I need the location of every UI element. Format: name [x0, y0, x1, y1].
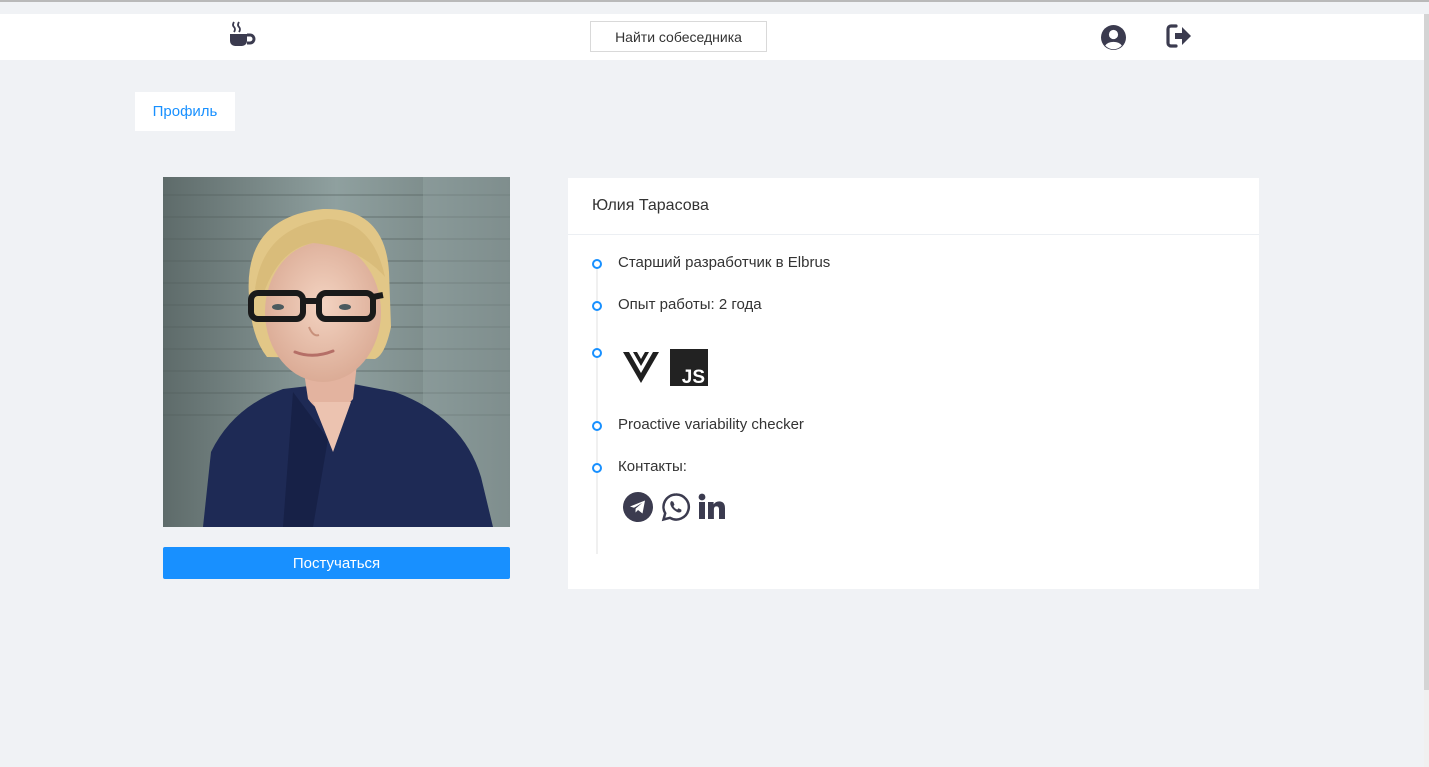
- sign-out-icon[interactable]: [1166, 24, 1193, 48]
- profile-card: Юлия Тарасова Старший разработчик в Elbr…: [568, 178, 1259, 589]
- profile-position: Старший разработчик в Elbrus: [618, 254, 831, 271]
- vue-icon: [622, 349, 660, 386]
- javascript-icon: JS: [670, 349, 708, 388]
- timeline-dot: [592, 463, 602, 473]
- knock-button[interactable]: Постучаться: [163, 547, 510, 579]
- svg-text:JS: JS: [682, 367, 705, 386]
- timeline-dot: [592, 259, 602, 269]
- top-navbar: Найти собеседника: [0, 14, 1424, 60]
- timeline-dot: [592, 348, 602, 358]
- whatsapp-icon[interactable]: [661, 492, 691, 522]
- linkedin-icon[interactable]: [697, 492, 727, 522]
- timeline-dot: [592, 301, 602, 311]
- profile-name: Юлия Тарасова: [568, 178, 1259, 235]
- page-scrollbar-thumb[interactable]: [1424, 14, 1429, 690]
- user-circle-icon[interactable]: [1100, 24, 1127, 51]
- find-interlocutor-button[interactable]: Найти собеседника: [590, 21, 767, 52]
- telegram-icon[interactable]: [623, 492, 653, 522]
- window-top-border: [0, 0, 1429, 2]
- profile-experience: Опыт работы: 2 года: [618, 296, 762, 313]
- coffee-cup-icon[interactable]: [228, 20, 258, 48]
- profile-description: Proactive variability checker: [618, 416, 804, 433]
- timeline-dot: [592, 421, 602, 431]
- contacts-label: Контакты:: [618, 458, 687, 475]
- profile-photo: [163, 177, 510, 527]
- tab-profile[interactable]: Профиль: [135, 92, 235, 131]
